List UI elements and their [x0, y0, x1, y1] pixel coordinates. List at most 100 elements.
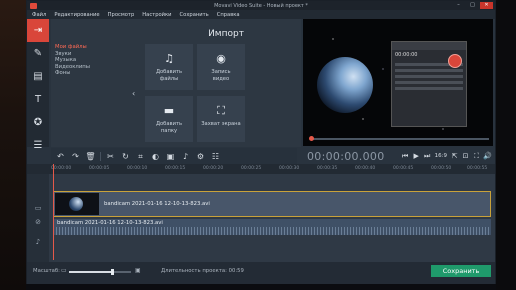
- previous-frame-icon[interactable]: ⏮: [400, 151, 411, 162]
- close-button[interactable]: ✕: [480, 2, 493, 9]
- tool-sidebar: ⇥ ✎ ▤ T ✪ ☰: [27, 19, 49, 151]
- import-tool-button[interactable]: ⇥: [27, 19, 49, 42]
- ruler-tick: 00:00:05: [89, 166, 110, 171]
- color-adjust-icon[interactable]: ◐: [150, 151, 161, 162]
- add-folder-label: Добавить папку: [155, 121, 183, 134]
- desktop-background-left: [0, 0, 26, 290]
- equalizer-icon[interactable]: ☷: [210, 151, 221, 162]
- music-file-icon: ♫: [164, 52, 174, 65]
- menu-file[interactable]: Файл: [32, 12, 46, 18]
- cut-icon[interactable]: ✂: [105, 151, 116, 162]
- music-track-icon[interactable]: ♪: [32, 238, 44, 248]
- fullscreen-icon[interactable]: ⛶: [471, 151, 482, 162]
- folder-icon: ▬: [163, 104, 175, 117]
- audio-clip[interactable]: bandicam 2021-01-16 12-10-13-823.avi: [53, 219, 491, 235]
- import-panel: Импорт Мои файлы Звуки Музыка Видеоклипы…: [51, 19, 301, 147]
- menu-settings[interactable]: Настройки: [142, 12, 171, 18]
- screen-capture-label: Захват экрана: [201, 121, 241, 127]
- save-button[interactable]: Сохранить: [431, 265, 491, 277]
- menu-save[interactable]: Сохранить: [180, 12, 209, 18]
- zoom-in-icon[interactable]: ▣: [135, 267, 141, 274]
- minimize-button[interactable]: –: [452, 2, 465, 9]
- effects-tool-button[interactable]: ✎: [27, 42, 49, 65]
- scrubber-handle[interactable]: [309, 136, 314, 141]
- clip-thumbnail: [55, 193, 99, 215]
- redo-icon[interactable]: ↷: [70, 151, 81, 162]
- menu-view[interactable]: Просмотр: [108, 12, 135, 18]
- next-frame-icon[interactable]: ⏭: [422, 151, 433, 162]
- duration-value: 00:59: [228, 268, 244, 274]
- collapse-panel-icon[interactable]: ‹: [132, 89, 136, 99]
- menu-edit[interactable]: Редактирование: [54, 12, 99, 18]
- zoom-slider-handle[interactable]: [111, 269, 115, 275]
- camera-icon: ◉: [216, 52, 226, 65]
- category-backgrounds[interactable]: Фоны: [55, 70, 109, 77]
- volume-icon[interactable]: 🔊: [482, 151, 493, 162]
- playhead[interactable]: [53, 164, 54, 260]
- record-icon: [448, 54, 462, 68]
- audio-clip-name: bandicam 2021-01-16 12-10-13-823.avi: [57, 220, 163, 226]
- film-icon: ▤: [33, 71, 43, 82]
- preview-scrubber[interactable]: [309, 136, 489, 141]
- aspect-ratio-button[interactable]: 16:9: [433, 153, 449, 159]
- ruler-tick: 00:00:20: [203, 166, 224, 171]
- recorder-option-row: [395, 81, 463, 84]
- maximize-button[interactable]: □: [466, 2, 479, 9]
- screen-recorder-overlay: 00:00:00: [391, 41, 467, 127]
- footer-bar: Масштаб: ▭ ▣ Длительность проекта: 00:59…: [27, 262, 495, 284]
- menu-bar: Файл Редактирование Просмотр Настройки С…: [27, 10, 495, 19]
- video-clip[interactable]: bandicam 2021-01-16 12-10-13-823.avi: [53, 191, 491, 217]
- desktop-background-right: [496, 0, 516, 290]
- track-headers: ▭ ⊘ ♪: [27, 174, 49, 262]
- window-controls: – □ ✕: [452, 2, 493, 9]
- video-track-icon[interactable]: ▭: [32, 204, 44, 214]
- zoom-out-icon[interactable]: ▭: [61, 267, 67, 274]
- rotate-icon[interactable]: ↻: [120, 151, 131, 162]
- toolbar-divider: [100, 151, 101, 161]
- ruler-tick: 00:00:10: [127, 166, 148, 171]
- ruler-tick: 00:00:25: [241, 166, 262, 171]
- import-icon: ⇥: [33, 25, 43, 36]
- audio-waveform: [53, 227, 491, 235]
- edit-toolbar: ↶ ↷ 🗑 ✂ ↻ ⌗ ◐ ▣ ♪ ⚙ ☷: [51, 148, 297, 164]
- snapshot-icon[interactable]: ⊡: [460, 151, 471, 162]
- stickers-tool-button[interactable]: ✪: [27, 111, 49, 134]
- magic-wand-icon: ✎: [33, 48, 43, 59]
- add-files-tile[interactable]: ♫ Добавить файлы: [145, 44, 193, 90]
- ruler-tick: 00:00:45: [393, 166, 414, 171]
- recorder-option-row: [395, 69, 463, 72]
- video-clip-name: bandicam 2021-01-16 12-10-13-823.avi: [104, 201, 210, 207]
- titles-tool-button[interactable]: T: [27, 88, 49, 111]
- star-icon: ✪: [33, 117, 43, 128]
- category-list: Мои файлы Звуки Музыка Видеоклипы Фоны: [55, 44, 109, 77]
- zoom-slider[interactable]: [69, 269, 131, 275]
- duration-label: Длительность проекта:: [161, 268, 227, 274]
- add-folder-tile[interactable]: ▬ Добавить папку: [145, 96, 193, 142]
- import-title: Импорт: [208, 29, 244, 39]
- record-video-tile[interactable]: ◉ Запись видео: [197, 44, 245, 90]
- play-icon[interactable]: ▶: [411, 151, 422, 162]
- text-icon: T: [34, 94, 42, 105]
- ruler-tick: 00:00:00: [51, 166, 72, 171]
- detach-preview-icon[interactable]: ⇱: [449, 151, 460, 162]
- menu-help[interactable]: Справка: [217, 12, 240, 18]
- timeline-ruler[interactable]: 00:00:00 00:00:05 00:00:10 00:00:15 00:0…: [27, 164, 495, 174]
- screen-capture-tile[interactable]: ⛶ Захват экрана: [197, 96, 245, 142]
- planet-image: [317, 57, 373, 113]
- settings-icon[interactable]: ⚙: [195, 151, 206, 162]
- image-icon[interactable]: ▣: [165, 151, 176, 162]
- more-tools-button[interactable]: ☰: [27, 134, 49, 157]
- ruler-tick: 00:00:30: [279, 166, 300, 171]
- crop-icon[interactable]: ⌗: [135, 151, 146, 162]
- timeline-tracks[interactable]: [49, 174, 495, 262]
- undo-icon[interactable]: ↶: [55, 151, 66, 162]
- video-preview[interactable]: 00:00:00: [303, 19, 493, 146]
- audio-icon[interactable]: ♪: [180, 151, 191, 162]
- transitions-tool-button[interactable]: ▤: [27, 65, 49, 88]
- link-track-icon[interactable]: ⊘: [32, 218, 44, 228]
- recorder-option-row: [395, 75, 463, 78]
- app-window: Movavi Video Suite - Новый проект * – □ …: [26, 0, 496, 284]
- add-files-label: Добавить файлы: [155, 69, 183, 82]
- delete-icon[interactable]: 🗑: [85, 151, 96, 162]
- list-icon: ☰: [33, 140, 43, 151]
